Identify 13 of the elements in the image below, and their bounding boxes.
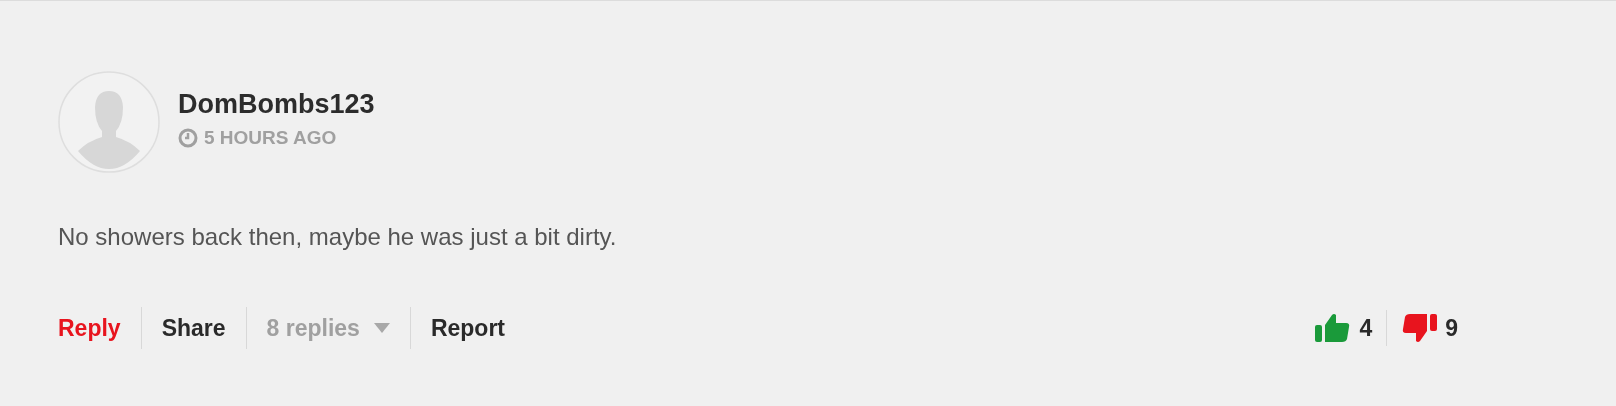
report-button[interactable]: Report xyxy=(430,316,506,340)
thumbs-up-icon xyxy=(1315,313,1352,343)
clock-icon xyxy=(178,127,198,148)
author-name[interactable]: DomBombs123 xyxy=(178,90,375,118)
thumbs-down-icon xyxy=(1401,313,1438,343)
avatar-icon xyxy=(58,71,160,173)
timestamp: 5 HOURS AGO xyxy=(204,128,337,147)
share-button[interactable]: Share xyxy=(161,316,226,340)
upvote-button[interactable]: 4 xyxy=(1315,313,1373,343)
caret-icon xyxy=(373,323,390,333)
comment-text: No showers back then, maybe he was just a bit dirty. xyxy=(58,225,618,249)
downvote-button[interactable]: 9 xyxy=(1401,313,1458,343)
reply-button[interactable]: Reply xyxy=(58,316,121,340)
